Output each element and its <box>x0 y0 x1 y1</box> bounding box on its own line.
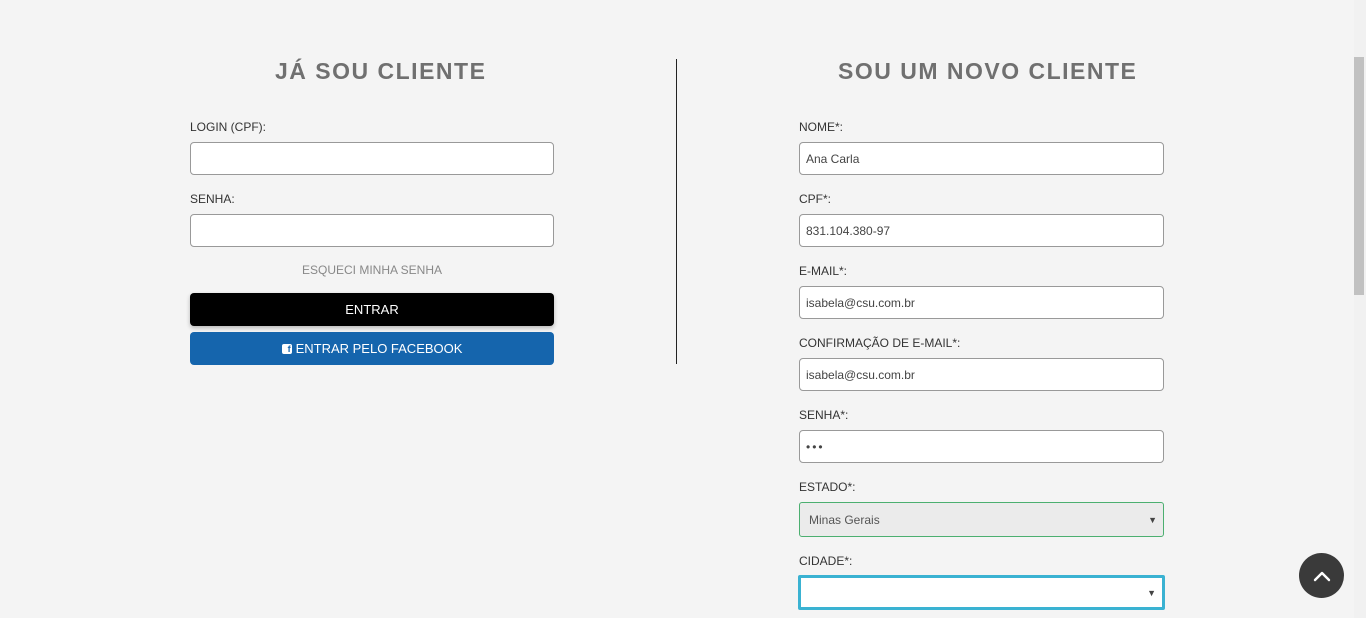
cpf-label: CPF*: <box>799 192 832 206</box>
email-confirm-input[interactable]: isabela@csu.com.br <box>799 358 1164 391</box>
login-password-input[interactable] <box>190 214 554 247</box>
facebook-login-button[interactable]: f ENTRAR PELO FACEBOOK <box>190 332 554 365</box>
facebook-button-label: ENTRAR PELO FACEBOOK <box>295 341 463 356</box>
chevron-down-icon: ▼ <box>1148 514 1157 525</box>
state-select[interactable]: Minas Gerais ▼ <box>799 502 1164 537</box>
login-cpf-label: LOGIN (CPF): <box>190 120 267 134</box>
chevron-down-icon: ▼ <box>1147 587 1156 598</box>
back-to-top-button[interactable] <box>1299 553 1344 598</box>
login-section-title: JÁ SOU CLIENTE <box>275 58 487 84</box>
facebook-icon: f <box>281 343 292 354</box>
email-input[interactable]: isabela@csu.com.br <box>799 286 1164 319</box>
password-label: SENHA*: <box>799 408 849 422</box>
enter-button[interactable]: ENTRAR <box>190 293 554 326</box>
name-label: NOME*: <box>799 120 844 134</box>
password-input[interactable]: ••• <box>799 430 1164 463</box>
city-select[interactable]: ▼ <box>798 575 1165 610</box>
email-label: E-MAIL*: <box>799 264 848 278</box>
register-section-title: SOU UM NOVO CLIENTE <box>838 58 1138 84</box>
scrollbar-thumb[interactable] <box>1354 57 1364 295</box>
column-divider <box>676 59 677 364</box>
cpf-input[interactable]: 831.104.380-97 <box>799 214 1164 247</box>
login-cpf-input[interactable] <box>190 142 554 175</box>
chevron-up-icon <box>1313 571 1330 581</box>
state-label: ESTADO*: <box>799 480 856 494</box>
state-select-value: Minas Gerais <box>809 512 880 527</box>
email-confirm-label: CONFIRMAÇÃO DE E-MAIL*: <box>799 336 961 350</box>
enter-button-label: ENTRAR <box>345 302 399 317</box>
login-password-label: SENHA: <box>190 192 235 206</box>
city-label: CIDADE*: <box>799 554 853 568</box>
name-input[interactable]: Ana Carla <box>799 142 1164 175</box>
forgot-password-link[interactable]: ESQUECI MINHA SENHA <box>190 263 554 277</box>
